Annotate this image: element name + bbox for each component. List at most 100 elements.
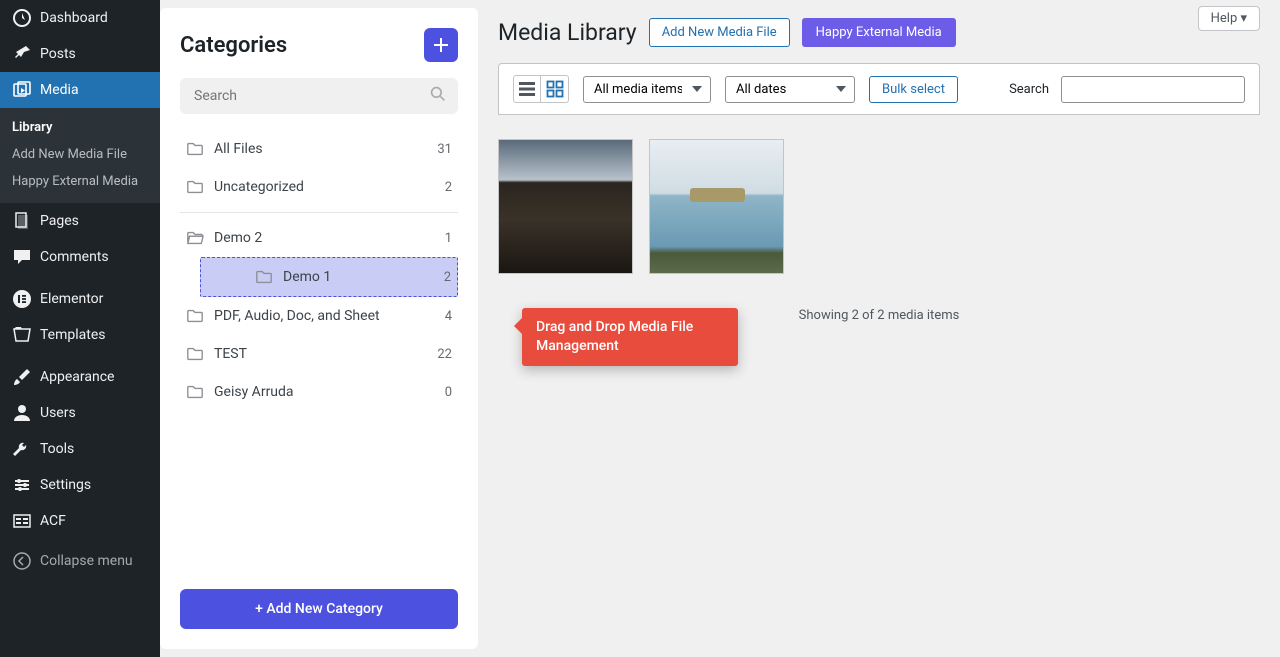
search-icon	[430, 86, 446, 106]
annotation-callout: Drag and Drop Media File Management	[522, 308, 738, 366]
screen-options: Help ▾	[1198, 6, 1260, 31]
page-title: Media Library	[498, 19, 637, 46]
pin-icon	[12, 44, 32, 64]
category-item[interactable]: Geisy Arruda0	[180, 373, 458, 411]
submenu-media: LibraryAdd New Media FileHappy External …	[0, 108, 160, 203]
help-button[interactable]: Help ▾	[1198, 6, 1260, 31]
brush-icon	[12, 367, 32, 387]
menu-item-templates[interactable]: Templates	[0, 317, 160, 353]
menu-item-comments[interactable]: Comments	[0, 239, 160, 275]
media-toolbar: All media items All dates Bulk select Se…	[498, 63, 1260, 115]
menu-item-tools[interactable]: Tools	[0, 431, 160, 467]
bulk-select-button[interactable]: Bulk select	[869, 76, 958, 103]
menu-item-settings[interactable]: Settings	[0, 467, 160, 503]
media-item[interactable]	[649, 139, 784, 274]
submenu-item-happy-external-media[interactable]: Happy External Media	[0, 168, 160, 195]
menu-label: Dashboard	[40, 10, 108, 26]
category-divider	[180, 212, 458, 213]
list-view-button[interactable]	[513, 75, 541, 103]
date-filter[interactable]: All dates	[725, 76, 855, 103]
user-icon	[12, 403, 32, 423]
categories-panel: Categories All Files31Uncategorized2Demo…	[160, 8, 478, 649]
folder-icon	[186, 307, 204, 325]
categories-title: Categories	[180, 33, 287, 58]
category-count: 4	[445, 309, 452, 324]
category-count: 2	[444, 270, 451, 285]
settings-icon	[12, 475, 32, 495]
folder-icon	[255, 268, 273, 286]
folder-icon	[186, 140, 204, 158]
menu-label: Pages	[40, 213, 79, 229]
folder-icon	[186, 345, 204, 363]
add-new-category-button[interactable]: + Add New Category	[180, 589, 458, 629]
category-count: 22	[437, 347, 452, 362]
category-count: 31	[437, 142, 452, 157]
media-type-filter[interactable]: All media items	[583, 76, 711, 103]
category-item[interactable]: Demo 2 1	[180, 219, 458, 257]
search-label: Search	[1009, 82, 1049, 97]
menu-label: Comments	[40, 249, 109, 265]
grid-view-button[interactable]	[541, 75, 569, 103]
menu-item-media[interactable]: Media	[0, 72, 160, 108]
category-label: PDF, Audio, Doc, and Sheet	[214, 308, 435, 324]
collapse-menu[interactable]: Collapse menu	[0, 543, 160, 579]
menu-label: Users	[40, 405, 76, 421]
wrench-icon	[12, 439, 32, 459]
menu-label: Settings	[40, 477, 91, 493]
menu-label: Elementor	[40, 291, 103, 307]
menu-label: Media	[40, 82, 79, 98]
menu-item-appearance[interactable]: Appearance	[0, 359, 160, 395]
page-icon	[12, 211, 32, 231]
menu-item-posts[interactable]: Posts	[0, 36, 160, 72]
category-label: TEST	[214, 346, 427, 362]
admin-sidebar: Dashboard Posts Media LibraryAdd New Media …	[0, 0, 160, 657]
category-label: Uncategorized	[214, 179, 435, 195]
category-item[interactable]: Demo 1 2	[200, 257, 458, 297]
menu-item-elementor[interactable]: Elementor	[0, 281, 160, 317]
grid-icon	[546, 80, 564, 98]
folder-icon	[186, 178, 204, 196]
media-search-input[interactable]	[1061, 76, 1245, 103]
templates-icon	[12, 325, 32, 345]
plus-icon	[433, 37, 449, 53]
menu-item-pages[interactable]: Pages	[0, 203, 160, 239]
folder-icon	[186, 383, 204, 401]
menu-label: Appearance	[40, 369, 114, 385]
category-item[interactable]: All Files 31	[180, 130, 458, 168]
page-header: Media Library Add New Media File Happy E…	[498, 0, 1260, 63]
elementor-icon	[12, 289, 32, 309]
submenu-item-add-new-media-file[interactable]: Add New Media File	[0, 141, 160, 168]
menu-label: ACF	[40, 513, 66, 529]
category-label: Demo 1	[283, 269, 434, 285]
menu-item-users[interactable]: Users	[0, 395, 160, 431]
media-search: Search	[1009, 76, 1245, 103]
happy-external-media-button[interactable]: Happy External Media	[802, 18, 956, 47]
dashboard-icon	[12, 8, 32, 28]
collapse-label: Collapse menu	[40, 553, 133, 569]
submenu-item-library[interactable]: Library	[0, 114, 160, 141]
add-new-media-button[interactable]: Add New Media File	[649, 18, 790, 47]
category-item[interactable]: Uncategorized2	[180, 168, 458, 206]
folder-open-icon	[186, 229, 204, 247]
category-count: 1	[445, 231, 452, 246]
category-label: Demo 2	[214, 230, 435, 246]
menu-item-dashboard[interactable]: Dashboard	[0, 0, 160, 36]
menu-label: Templates	[40, 327, 106, 343]
menu-label: Tools	[40, 441, 74, 457]
comment-icon	[12, 247, 32, 267]
category-item[interactable]: PDF, Audio, Doc, and Sheet 4	[180, 297, 458, 335]
category-count: 0	[445, 385, 452, 400]
menu-label: Posts	[40, 46, 76, 62]
list-icon	[518, 80, 536, 98]
collapse-icon	[12, 551, 32, 571]
category-item[interactable]: TEST 22	[180, 335, 458, 373]
media-grid	[498, 115, 1260, 298]
category-label: All Files	[214, 141, 427, 157]
menu-item-acf[interactable]: ACF	[0, 503, 160, 539]
categories-search	[180, 78, 458, 114]
add-category-icon-button[interactable]	[424, 28, 458, 62]
media-item[interactable]	[498, 139, 633, 274]
categories-search-input[interactable]	[180, 78, 458, 114]
view-toggle	[513, 75, 569, 103]
categories-header: Categories	[180, 28, 458, 62]
